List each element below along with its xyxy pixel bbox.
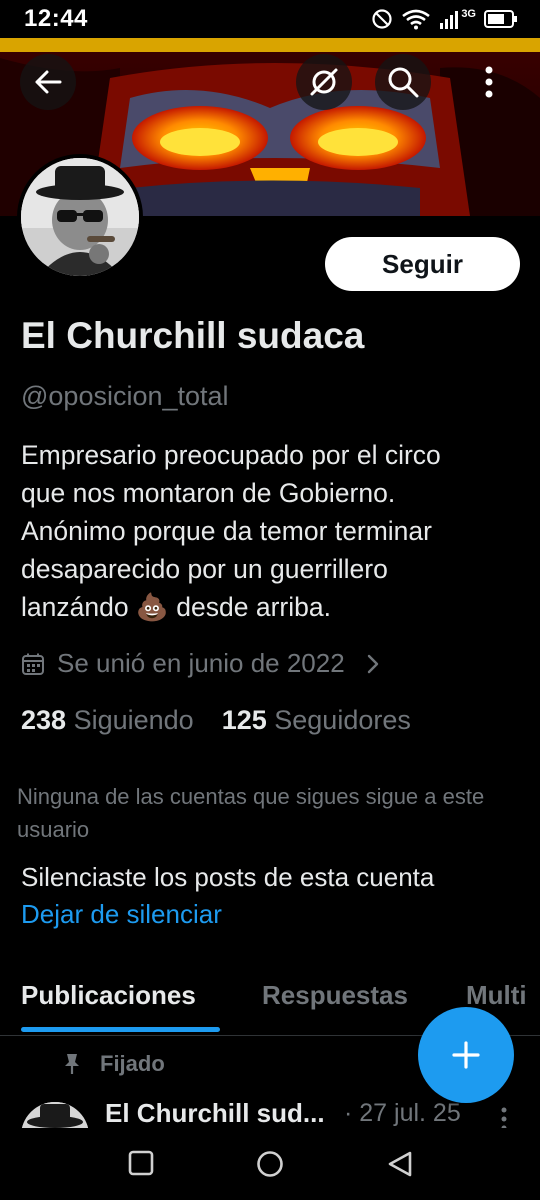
chevron-right-icon bbox=[367, 654, 378, 673]
back-triangle-icon[interactable] bbox=[386, 1150, 414, 1178]
search-button[interactable] bbox=[375, 54, 431, 110]
calendar-icon bbox=[22, 653, 44, 675]
status-time: 12:44 bbox=[24, 5, 88, 32]
do-not-disturb-icon bbox=[372, 9, 392, 29]
status-bar: 12:44 3G bbox=[0, 0, 540, 38]
profile-name: El Churchill sudaca bbox=[21, 315, 365, 356]
status-icons: 3G bbox=[371, 8, 518, 30]
unmute-link[interactable]: Dejar de silenciar bbox=[21, 899, 222, 930]
pin-icon bbox=[65, 1054, 79, 1074]
recent-apps-icon[interactable] bbox=[128, 1150, 154, 1176]
network-type-label: 3G bbox=[461, 8, 476, 20]
active-tab-indicator bbox=[21, 1027, 220, 1032]
arrow-left-icon bbox=[35, 70, 62, 94]
follow-stats: 238 Siguiendo 125 Seguidores bbox=[21, 705, 411, 736]
mutual-followers-notice: Ninguna de las cuentas que sigues sigue … bbox=[17, 784, 485, 842]
post-date: · 27 jul. 25 bbox=[344, 1099, 461, 1127]
profile-avatar[interactable] bbox=[17, 154, 143, 280]
wifi-icon bbox=[402, 9, 431, 30]
signal-icon bbox=[440, 11, 459, 29]
joined-text: Se unió en junio de 2022 bbox=[57, 648, 345, 678]
grok-button[interactable] bbox=[296, 54, 352, 110]
back-button[interactable] bbox=[20, 54, 76, 110]
following-link[interactable]: 238 Siguiendo bbox=[21, 705, 194, 736]
profile-bio: Empresario preocupado por el circo que n… bbox=[21, 436, 526, 626]
joined-date-row[interactable]: Se unió en junio de 2022 bbox=[21, 648, 383, 679]
compose-post-button[interactable] bbox=[418, 1007, 514, 1103]
post-more-icon[interactable] bbox=[500, 1106, 508, 1128]
tab-respuestas[interactable]: Respuestas bbox=[262, 980, 408, 1011]
bio-line: Anónimo porque da temor terminar bbox=[21, 516, 432, 546]
more-options-button[interactable] bbox=[461, 54, 517, 110]
bio-line: Empresario preocupado por el circo bbox=[21, 440, 441, 470]
following-label: Siguiendo bbox=[73, 705, 194, 735]
post-avatar[interactable] bbox=[21, 1102, 89, 1128]
pinned-label-row: Fijado bbox=[62, 1051, 165, 1077]
more-vertical-icon bbox=[485, 66, 493, 98]
home-icon[interactable] bbox=[256, 1150, 284, 1178]
muted-notice: Silenciaste los posts de esta cuenta bbox=[21, 862, 435, 892]
profile-handle: @oposicion_total bbox=[21, 381, 229, 411]
tab-multimedia[interactable]: Multi bbox=[466, 980, 527, 1011]
pinned-text: Fijado bbox=[100, 1051, 165, 1076]
battery-icon bbox=[484, 10, 517, 28]
follow-button[interactable]: Seguir bbox=[325, 237, 520, 291]
tab-publicaciones[interactable]: Publicaciones bbox=[21, 980, 196, 1011]
system-nav-bar bbox=[0, 1128, 540, 1200]
bio-line: que nos montaron de Gobierno. bbox=[21, 478, 396, 508]
plus-icon bbox=[452, 1041, 480, 1069]
search-icon bbox=[388, 67, 419, 98]
grok-icon bbox=[310, 68, 338, 96]
post-avatar-image bbox=[21, 1102, 89, 1128]
followers-link[interactable]: 125 Seguidores bbox=[222, 705, 411, 736]
avatar-image bbox=[21, 158, 139, 276]
followers-count: 125 bbox=[221, 705, 267, 735]
bio-line: desaparecido por un guerrillero bbox=[21, 554, 388, 584]
post-author-name[interactable]: El Churchill sud... bbox=[105, 1098, 325, 1128]
following-count: 238 bbox=[21, 705, 67, 735]
bio-line: lanzándo 💩 desde arriba. bbox=[21, 592, 331, 622]
followers-label: Seguidores bbox=[274, 705, 411, 735]
